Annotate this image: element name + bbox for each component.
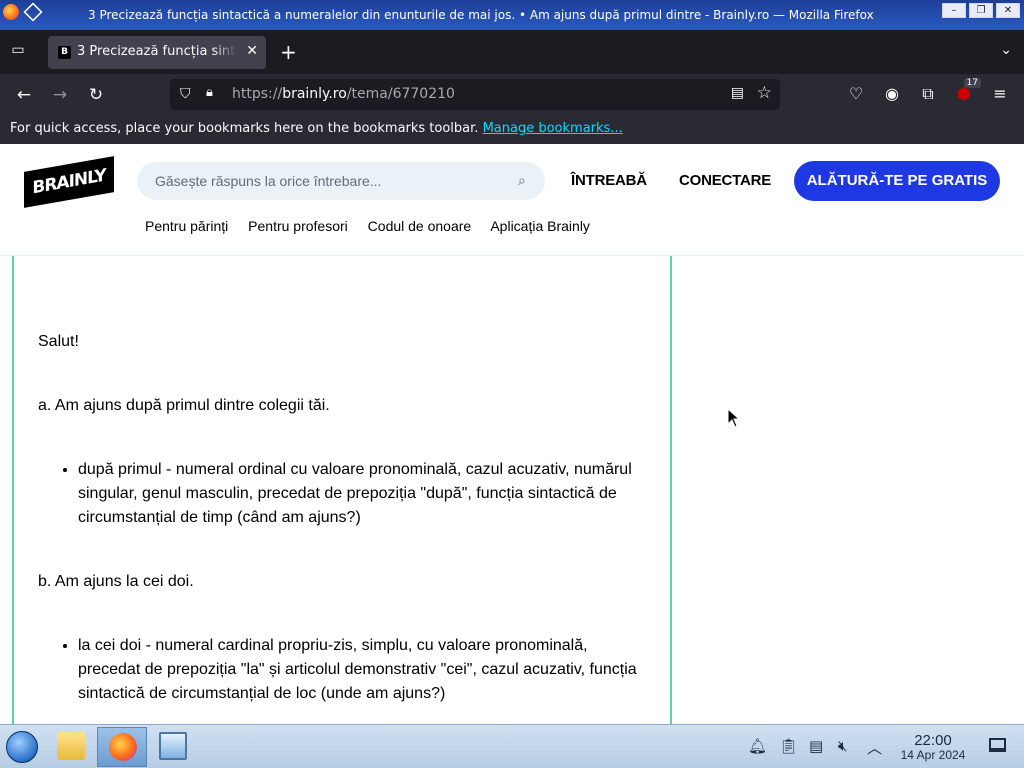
- search-input[interactable]: [137, 162, 545, 200]
- answer-text: Salut! a. Am ajuns după primul dintre co…: [38, 330, 646, 724]
- answer-bullet-b: la cei doi - numeral cardinal propriu-zi…: [78, 634, 646, 706]
- maximize-button[interactable]: ❐: [969, 3, 993, 18]
- login-link[interactable]: CONECTARE: [679, 172, 771, 189]
- bookmark-star-icon[interactable]: ☆: [757, 83, 772, 103]
- firefox-icon: [109, 733, 137, 761]
- navigation-bar: ← → ↻ ⛉ 🔒︎ https://brainly.ro/tema/67702…: [0, 74, 1024, 115]
- answer-greeting: Salut!: [38, 333, 79, 350]
- pocket-icon[interactable]: ♡: [845, 84, 867, 103]
- minimize-button[interactable]: –: [942, 3, 966, 18]
- answer-list-b: la cei doi - numeral cardinal propriu-zi…: [78, 634, 646, 706]
- firefox-view-icon[interactable]: ▭: [8, 42, 28, 62]
- subnav-parents[interactable]: Pentru părinți: [145, 218, 228, 234]
- account-icon[interactable]: ◉: [881, 84, 903, 103]
- show-desktop-icon[interactable]: [989, 738, 1006, 752]
- subnav-app[interactable]: Aplicația Brainly: [490, 218, 590, 234]
- taskbar-firefox[interactable]: [97, 727, 147, 767]
- lock-icon[interactable]: 🔒︎: [206, 85, 213, 100]
- subnav: Pentru părinți Pentru profesori Codul de…: [145, 218, 606, 234]
- join-button[interactable]: ALĂTURĂ-TE PE GRATIS: [794, 161, 1000, 201]
- brainly-logo[interactable]: BRAINLY: [24, 156, 114, 208]
- forward-icon[interactable]: →: [49, 84, 71, 106]
- answer-bullet-a: după primul - numeral ordinal cu valoare…: [78, 458, 646, 530]
- answer-list-a: după primul - numeral ordinal cu valoare…: [78, 458, 646, 530]
- clock-date: 14 Apr 2024: [900, 748, 966, 762]
- notifications-icon[interactable]: 🔔︎: [748, 737, 767, 755]
- tab-active[interactable]: B 3 Precizează funcția sintactică a nume…: [48, 36, 266, 69]
- tab-title: 3 Precizează funcția sintactică a numera…: [77, 44, 237, 59]
- answer-sentence-b: b. Am ajuns la cei doi.: [38, 573, 194, 590]
- bookmarks-message: For quick access, place your bookmarks h…: [10, 121, 479, 136]
- folder-icon: [57, 732, 85, 760]
- start-button[interactable]: [6, 731, 38, 763]
- window-titlebar: 3 Precizează funcția sintactică a numera…: [0, 0, 1024, 30]
- monitor-icon: [159, 732, 187, 760]
- answer-sentence-a: a. Am ajuns după primul dintre colegii t…: [38, 397, 330, 414]
- site-header: BRAINLY ⌕ ÎNTREABĂ CONECTARE ALĂTURĂ-TE …: [0, 144, 1024, 256]
- reader-view-icon[interactable]: ▤: [731, 85, 744, 101]
- taskbar-file-manager[interactable]: [46, 727, 96, 767]
- clock-time: 22:00: [914, 732, 952, 749]
- url-text[interactable]: https://brainly.ro/tema/6770210: [232, 86, 455, 102]
- ask-link[interactable]: ÎNTREABĂ: [571, 172, 647, 189]
- taskbar-system-monitor[interactable]: [148, 727, 198, 767]
- tab-close-icon[interactable]: ✕: [246, 43, 258, 59]
- menu-icon[interactable]: ≡: [989, 84, 1011, 103]
- bookmarks-toolbar: For quick access, place your bookmarks h…: [0, 115, 1024, 144]
- reload-icon[interactable]: ↻: [85, 84, 107, 106]
- manage-bookmarks-link[interactable]: Manage bookmarks...: [483, 121, 623, 136]
- window-title: 3 Precizează funcția sintactică a numera…: [88, 8, 874, 22]
- taskbar: 🔔︎ 📋︎ ▤ 🔇︎ ︿ 22:00 14 Apr 2024: [0, 724, 1024, 768]
- answer-card: Salut! a. Am ajuns după primul dintre co…: [12, 256, 672, 724]
- tab-strip: ▭ B 3 Precizează funcția sintactică a nu…: [0, 30, 1024, 74]
- back-icon[interactable]: ←: [13, 84, 35, 106]
- url-bar[interactable]: ⛉ 🔒︎ https://brainly.ro/tema/6770210 ▤ ☆: [170, 79, 780, 110]
- list-all-tabs-icon[interactable]: ⌄: [1000, 42, 1012, 58]
- tray-expand-icon[interactable]: ︿: [867, 737, 882, 758]
- close-button[interactable]: ✕: [996, 3, 1020, 18]
- new-tab-button[interactable]: +: [280, 40, 297, 64]
- volume-muted-icon[interactable]: 🔇︎: [838, 737, 847, 755]
- clipboard-icon[interactable]: 📋︎: [779, 737, 798, 755]
- extension-badge: 17: [963, 78, 981, 88]
- page-content: Salut! a. Am ajuns după primul dintre co…: [0, 256, 1024, 724]
- clock[interactable]: 22:00 14 Apr 2024: [893, 732, 973, 762]
- ublock-icon[interactable]: ⬢ 17: [953, 78, 981, 103]
- window-menu-icon[interactable]: [23, 2, 43, 22]
- firefox-icon[interactable]: [3, 4, 19, 20]
- mouse-cursor-icon: [727, 408, 739, 428]
- search-icon[interactable]: ⌕: [518, 173, 526, 189]
- tracking-protection-icon[interactable]: ⛉: [180, 86, 191, 102]
- window-controls: – ❐ ✕: [942, 3, 1020, 18]
- subnav-honor-code[interactable]: Codul de onoare: [368, 218, 472, 234]
- extensions-icon[interactable]: ⧉: [917, 84, 939, 104]
- subnav-teachers[interactable]: Pentru profesori: [248, 218, 348, 234]
- brainly-favicon-icon: B: [58, 46, 71, 59]
- storage-icon[interactable]: ▤: [809, 737, 823, 755]
